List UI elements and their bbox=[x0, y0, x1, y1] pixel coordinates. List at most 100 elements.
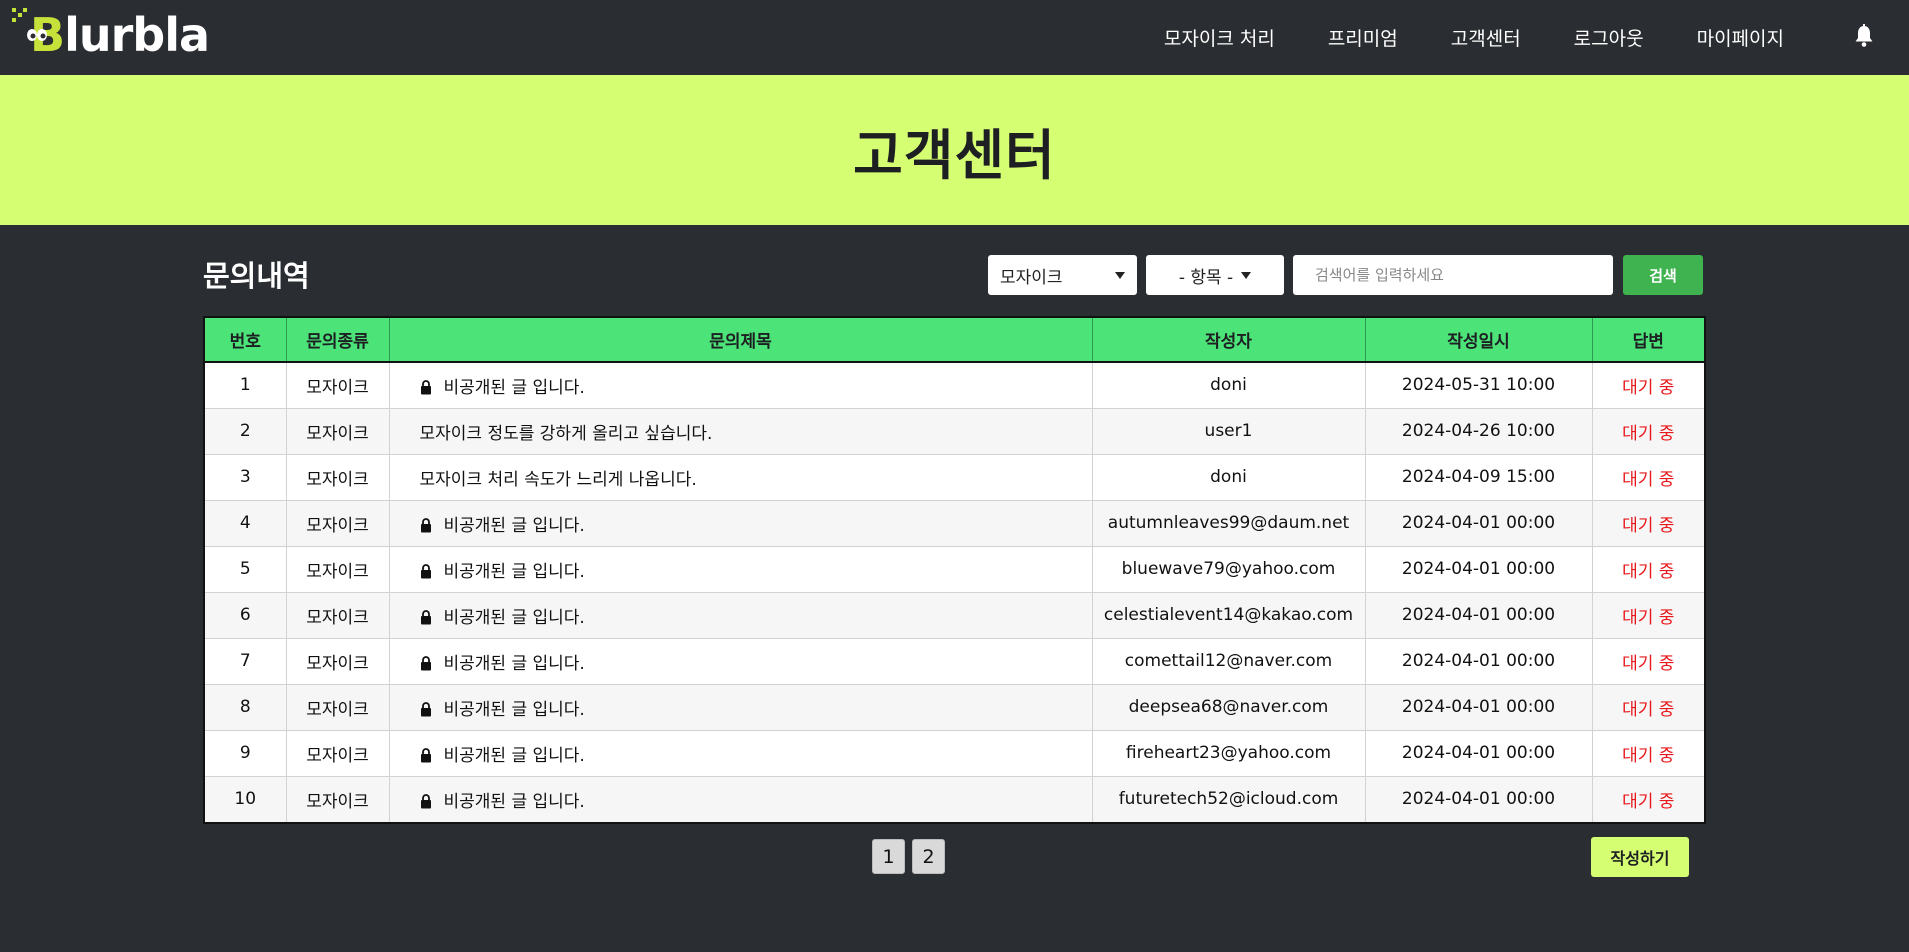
lock-icon bbox=[420, 655, 431, 670]
table-row[interactable]: 8 모자이크 비공개된 글 입니다. deepsea68@naver.com 2024-… bbox=[205, 684, 1704, 731]
inquiry-title-link[interactable]: 비공개된 글 입니다. bbox=[444, 378, 585, 398]
table-row[interactable]: 3 모자이크 모자이크 처리 속도가 느리게 나옵니다. doni 2024-04-09… bbox=[205, 454, 1704, 501]
cell-title[interactable]: 비공개된 글 입니다. bbox=[389, 362, 1093, 409]
cell-type: 모자이크 bbox=[286, 684, 390, 731]
cell-author: fireheart23@yahoo.com bbox=[1092, 730, 1366, 777]
cell-title[interactable]: 비공개된 글 입니다. bbox=[389, 776, 1093, 822]
page-button-1[interactable]: 1 bbox=[872, 839, 905, 874]
column-header-type[interactable]: 문의종류 bbox=[286, 318, 390, 363]
cell-title[interactable]: 비공개된 글 입니다. bbox=[389, 730, 1093, 777]
cell-number: 1 bbox=[205, 362, 287, 409]
logo-pixel bbox=[12, 18, 16, 22]
table-row[interactable]: 7 모자이크 비공개된 글 입니다. comettail12@naver.com 202… bbox=[205, 638, 1704, 685]
nav-premium[interactable]: 프리미엄 bbox=[1328, 24, 1398, 51]
inquiry-title-link[interactable]: 비공개된 글 입니다. bbox=[444, 792, 585, 812]
cell-author: comettail12@naver.com bbox=[1092, 638, 1366, 685]
column-header-title[interactable]: 문의제목 bbox=[389, 318, 1093, 363]
lock-icon bbox=[420, 517, 431, 532]
brand-logo[interactable]: Blurbla bbox=[12, 8, 210, 64]
cell-type: 모자이크 bbox=[286, 362, 390, 409]
cell-date: 2024-04-01 00:00 bbox=[1365, 546, 1593, 593]
inquiry-title-link[interactable]: 비공개된 글 입니다. bbox=[444, 516, 585, 536]
bell-icon[interactable] bbox=[1853, 24, 1875, 48]
lock-icon bbox=[420, 609, 431, 624]
cell-date: 2024-04-01 00:00 bbox=[1365, 638, 1593, 685]
column-header-number[interactable]: 번호 bbox=[205, 318, 287, 363]
cell-title[interactable]: 비공개된 글 입니다. bbox=[389, 546, 1093, 593]
cell-type: 모자이크 bbox=[286, 776, 390, 822]
field-select[interactable]: - 항목 - bbox=[1146, 255, 1284, 295]
table-row[interactable]: 1 모자이크 비공개된 글 입니다. doni 2024-05-31 10:00 대기 중 bbox=[205, 362, 1704, 409]
inquiry-title-link[interactable]: 모자이크 처리 속도가 느리게 나옵니다. bbox=[420, 470, 697, 490]
cell-title[interactable]: 비공개된 글 입니다. bbox=[389, 592, 1093, 639]
top-navigation-bar: Blurbla 모자이크 처리 프리미엄 고객센터 로그아웃 마이페이지 bbox=[0, 0, 1909, 75]
column-header-date[interactable]: 작성일시 bbox=[1365, 318, 1593, 363]
cell-date: 2024-04-01 00:00 bbox=[1365, 500, 1593, 547]
logo-pixel bbox=[18, 13, 22, 17]
cell-type: 모자이크 bbox=[286, 730, 390, 777]
cell-type: 모자이크 bbox=[286, 592, 390, 639]
cell-number: 8 bbox=[205, 684, 287, 731]
inquiry-title-link[interactable]: 비공개된 글 입니다. bbox=[444, 746, 585, 766]
table-row[interactable]: 6 모자이크 비공개된 글 입니다. celestialevent14@kakao.c… bbox=[205, 592, 1704, 639]
cell-number: 4 bbox=[205, 500, 287, 547]
cell-status: 대기 중 bbox=[1592, 684, 1704, 731]
cell-type: 모자이크 bbox=[286, 500, 390, 547]
search-filters: 모자이크 - 항목 - 검색 bbox=[988, 255, 1703, 295]
inquiry-title-link[interactable]: 모자이크 정도를 강하게 올리고 싶습니다. bbox=[420, 424, 713, 444]
cell-title[interactable]: 모자이크 처리 속도가 느리게 나옵니다. bbox=[389, 454, 1093, 501]
write-inquiry-button[interactable]: 작성하기 bbox=[1591, 837, 1689, 877]
cell-title[interactable]: 비공개된 글 입니다. bbox=[389, 684, 1093, 731]
field-select-value: - 항목 - bbox=[1178, 267, 1234, 288]
category-select[interactable]: 모자이크 bbox=[988, 255, 1137, 295]
page-button-2[interactable]: 2 bbox=[912, 839, 945, 874]
cell-author: futuretech52@icloud.com bbox=[1092, 776, 1366, 822]
nav-customer-center[interactable]: 고객센터 bbox=[1451, 24, 1521, 51]
cell-status: 대기 중 bbox=[1592, 638, 1704, 685]
section-title: 문의내역 bbox=[203, 259, 310, 293]
cell-status: 대기 중 bbox=[1592, 546, 1704, 593]
cell-title[interactable]: 비공개된 글 입니다. bbox=[389, 638, 1093, 685]
logo-wordmark: Blurbla bbox=[30, 10, 210, 60]
search-input[interactable] bbox=[1293, 255, 1613, 295]
cell-number: 3 bbox=[205, 454, 287, 501]
cell-type: 모자이크 bbox=[286, 408, 390, 455]
category-select-value: 모자이크 bbox=[1000, 267, 1063, 288]
nav-mosaic-processing[interactable]: 모자이크 처리 bbox=[1164, 24, 1275, 51]
cell-number: 2 bbox=[205, 408, 287, 455]
cell-number: 9 bbox=[205, 730, 287, 777]
inquiry-title-link[interactable]: 비공개된 글 입니다. bbox=[444, 562, 585, 582]
cell-author: doni bbox=[1092, 454, 1366, 501]
chevron-down-icon bbox=[1115, 271, 1125, 279]
cell-date: 2024-04-01 00:00 bbox=[1365, 592, 1593, 639]
table-row[interactable]: 2 모자이크 모자이크 정도를 강하게 올리고 싶습니다. user1 2024-04-… bbox=[205, 408, 1704, 455]
lock-icon bbox=[420, 793, 431, 809]
table-row[interactable]: 9 모자이크 비공개된 글 입니다. fireheart23@yahoo.com 202… bbox=[205, 730, 1704, 777]
column-header-answer[interactable]: 답변 bbox=[1592, 318, 1704, 363]
main-nav: 모자이크 처리 프리미엄 고객센터 로그아웃 마이페이지 bbox=[1164, 22, 1784, 52]
inquiry-title-link[interactable]: 비공개된 글 입니다. bbox=[444, 608, 585, 628]
cell-status: 대기 중 bbox=[1592, 730, 1704, 777]
cell-author: autumnleaves99@daum.net bbox=[1092, 500, 1366, 547]
lock-icon bbox=[420, 701, 431, 716]
nav-mypage[interactable]: 마이페이지 bbox=[1697, 24, 1784, 51]
cell-title[interactable]: 모자이크 정도를 강하게 올리고 싶습니다. bbox=[389, 408, 1093, 455]
cell-status: 대기 중 bbox=[1592, 408, 1704, 455]
cell-status: 대기 중 bbox=[1592, 500, 1704, 547]
search-button[interactable]: 검색 bbox=[1623, 255, 1703, 295]
pagination: 1 2 bbox=[872, 839, 945, 874]
cell-title[interactable]: 비공개된 글 입니다. bbox=[389, 500, 1093, 547]
logo-eyes-icon bbox=[27, 29, 47, 41]
chevron-down-icon bbox=[1241, 271, 1252, 279]
table-row[interactable]: 10 모자이크 비공개된 글 입니다. futuretech52@icloud.com… bbox=[205, 776, 1704, 822]
nav-logout[interactable]: 로그아웃 bbox=[1574, 24, 1644, 51]
cell-status: 대기 중 bbox=[1592, 592, 1704, 639]
cell-author: bluewave79@yahoo.com bbox=[1092, 546, 1366, 593]
table-row[interactable]: 5 모자이크 비공개된 글 입니다. bluewave79@yahoo.com 2024… bbox=[205, 546, 1704, 593]
cell-number: 7 bbox=[205, 638, 287, 685]
inquiry-title-link[interactable]: 비공개된 글 입니다. bbox=[444, 700, 585, 720]
table-row[interactable]: 4 모자이크 비공개된 글 입니다. autumnleaves99@daum.net 2… bbox=[205, 500, 1704, 547]
page-banner: 고객센터 bbox=[0, 75, 1909, 225]
inquiry-title-link[interactable]: 비공개된 글 입니다. bbox=[444, 654, 585, 674]
column-header-author[interactable]: 작성자 bbox=[1092, 318, 1366, 363]
